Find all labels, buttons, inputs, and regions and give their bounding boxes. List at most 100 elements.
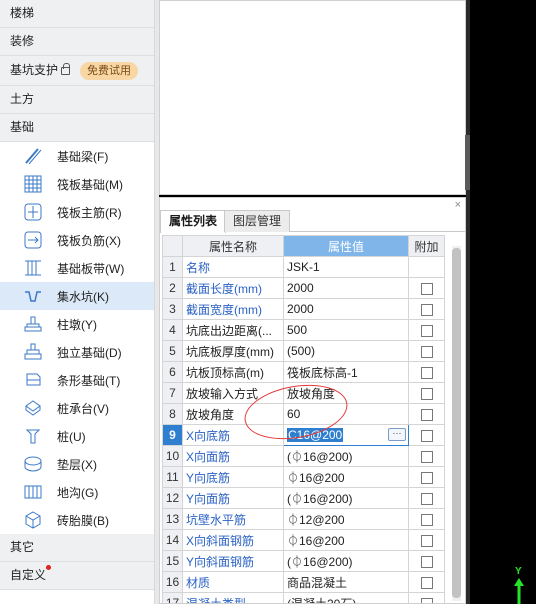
extra-checkbox[interactable] [420,471,433,484]
table-row[interactable]: 17 混凝土类型 (混凝土20石) [162,592,445,603]
sidebar-item-slab-strip[interactable]: 基础板带(W) [0,254,154,282]
table-row[interactable]: 14 X向斜面钢筋 ⏀16@200 [162,529,445,551]
row-index[interactable]: 6 [162,361,183,383]
property-value[interactable]: ⏀16@200 [283,466,409,488]
header-name[interactable]: 属性名称 [182,235,284,257]
property-value[interactable]: (⏀16@200) [283,550,409,572]
row-index[interactable]: 16 [162,571,183,593]
table-row[interactable]: 11 Y向底筋 ⏀16@200 [162,466,445,488]
property-value[interactable]: (⏀16@200) [283,445,409,467]
row-index[interactable]: 1 [162,256,183,278]
property-value[interactable]: 商品混凝土 [283,571,409,593]
category-decoration[interactable]: 装修 [0,28,154,56]
extra-checkbox[interactable] [420,282,433,295]
row-index[interactable]: 9 [162,424,183,446]
table-row[interactable]: 10 X向面筋 (⏀16@200) [162,445,445,467]
table-row[interactable]: 16 材质 商品混凝土 [162,571,445,593]
table-row[interactable]: 3 截面宽度(mm) 2000 [162,298,445,320]
category-other[interactable]: 其它 [0,534,154,562]
property-value[interactable]: JSK-1 [283,256,409,278]
row-index[interactable]: 8 [162,403,183,425]
category-stairs[interactable]: 楼梯 [0,0,154,28]
sidebar-item-sump-pit[interactable]: 集水坑(K) [0,282,154,310]
sidebar-item-brick-mold[interactable]: 砖胎膜(B) [0,506,154,534]
sidebar-item-pile-cap[interactable]: 桩承台(V) [0,394,154,422]
sidebar-item-raft-grid[interactable]: 筏板基础(M) [0,170,154,198]
table-row[interactable]: 9 X向底筋 C16@200 ··· [162,424,445,446]
property-value[interactable]: 筏板底标高-1 [283,361,409,383]
extra-checkbox[interactable] [420,534,433,547]
extra-checkbox[interactable] [420,387,433,400]
row-index[interactable]: 10 [162,445,183,467]
tab-property-list[interactable]: 属性列表 [160,210,227,233]
category-custom[interactable]: 自定义 [0,562,154,590]
table-row[interactable]: 5 坑底板厚度(mm) (500) [162,340,445,362]
extra-checkbox[interactable] [420,324,433,337]
extra-checkbox[interactable] [420,345,433,358]
sidebar-item-raft-main-rebar[interactable]: 筏板主筋(R) [0,198,154,226]
row-index[interactable]: 13 [162,508,183,530]
table-row[interactable]: 7 放坡输入方式 放坡角度 [162,382,445,404]
row-index[interactable]: 4 [162,319,183,341]
free-trial-badge[interactable]: 免费试用 [80,61,139,80]
table-row[interactable]: 15 Y向斜面钢筋 (⏀16@200) [162,550,445,572]
extra-checkbox[interactable] [420,303,433,316]
sidebar-item-isolated-footing[interactable]: 独立基础(D) [0,338,154,366]
extra-checkbox[interactable] [420,555,433,568]
sidebar-item-trench[interactable]: 地沟(G) [0,478,154,506]
sidebar-item-column-pier[interactable]: 柱墩(Y) [0,310,154,338]
splitter-handle[interactable] [465,135,470,190]
table-row[interactable]: 1 名称 JSK-1 [162,256,445,278]
extra-checkbox[interactable] [420,408,433,421]
row-index[interactable]: 11 [162,466,183,488]
property-value[interactable]: 60 [283,403,409,425]
row-index[interactable]: 17 [162,592,183,603]
row-index[interactable]: 14 [162,529,183,551]
scrollbar-thumb[interactable] [452,248,461,598]
row-index[interactable]: 3 [162,298,183,320]
property-value[interactable]: (混凝土20石) [283,592,409,603]
extra-checkbox[interactable] [420,576,433,589]
property-value[interactable]: ⏀12@200 [283,508,409,530]
sidebar-item-pile[interactable]: 桩(U) [0,422,154,450]
property-value[interactable]: (500) [283,340,409,362]
vertical-scrollbar[interactable] [452,246,461,601]
table-row[interactable]: 6 坑板顶标高(m) 筏板底标高-1 [162,361,445,383]
table-row[interactable]: 12 Y向面筋 (⏀16@200) [162,487,445,509]
viewport-area[interactable] [159,0,466,195]
row-index[interactable]: 12 [162,487,183,509]
extra-checkbox[interactable] [420,492,433,505]
category-earthwork[interactable]: 土方 [0,86,154,114]
property-value[interactable]: 2000 [283,277,409,299]
more-options-button[interactable]: ··· [388,428,406,441]
sidebar-item-beam[interactable]: 基础梁(F) [0,142,154,170]
row-index[interactable]: 2 [162,277,183,299]
extra-checkbox[interactable] [420,429,433,442]
category-foundation[interactable]: 基础 [0,114,154,142]
property-value-editor[interactable]: C16@200 ··· [283,424,409,446]
extra-checkbox[interactable] [420,450,433,463]
category-pit-support[interactable]: 基坑支护 免费试用 [0,56,154,86]
row-index[interactable]: 15 [162,550,183,572]
property-value[interactable]: ⏀16@200 [283,529,409,551]
property-value[interactable]: 放坡角度 [283,382,409,404]
table-row[interactable]: 13 坑壁水平筋 ⏀12@200 [162,508,445,530]
row-index[interactable]: 7 [162,382,183,404]
property-value[interactable]: (⏀16@200) [283,487,409,509]
property-value[interactable]: 2000 [283,298,409,320]
extra-checkbox[interactable] [420,366,433,379]
header-extra[interactable]: 附加 [408,235,445,257]
tab-layer-management[interactable]: 图层管理 [224,210,291,232]
property-value[interactable]: C16@200 [287,428,344,442]
table-row[interactable]: 2 截面长度(mm) 2000 [162,277,445,299]
table-row[interactable]: 4 坑底出边距离(... 500 [162,319,445,341]
row-index[interactable]: 5 [162,340,183,362]
extra-checkbox[interactable] [420,513,433,526]
sidebar-item-strip-footing[interactable]: 条形基础(T) [0,366,154,394]
sidebar-item-raft-neg-rebar[interactable]: 筏板负筋(X) [0,226,154,254]
extra-checkbox[interactable] [420,597,433,603]
sidebar-item-cushion-layer[interactable]: 垫层(X) [0,450,154,478]
header-value[interactable]: 属性值 [283,235,409,257]
table-row[interactable]: 8 放坡角度 60 [162,403,445,425]
property-value[interactable]: 500 [283,319,409,341]
